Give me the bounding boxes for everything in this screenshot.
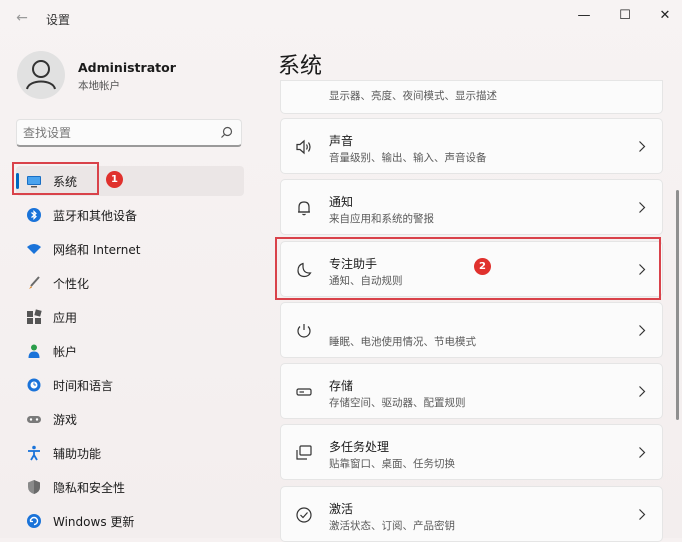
accessibility-icon <box>28 445 40 461</box>
setting-card-sound[interactable]: 声音 音量级别、输出、输入、声音设备 <box>280 118 663 174</box>
chevron-right-icon <box>639 202 646 213</box>
nav-item-time-language[interactable]: 时间和语言 <box>16 370 244 400</box>
search-input[interactable] <box>23 124 213 142</box>
nav-item-apps[interactable]: 应用 <box>16 302 244 332</box>
annotation-box-2 <box>275 237 661 300</box>
card-subtitle: 来自应用和系统的警报 <box>329 213 434 225</box>
nav-item-privacy[interactable]: 隐私和安全性 <box>16 472 244 502</box>
check-circle-icon <box>296 507 312 523</box>
setting-card-notifications[interactable]: 通知 来自应用和系统的警报 <box>280 179 663 235</box>
nav-item-bluetooth[interactable]: 蓝牙和其他设备 <box>16 200 244 230</box>
card-subtitle: 睡眠、电池使用情况、节电模式 <box>329 336 476 348</box>
chevron-right-icon <box>639 325 646 336</box>
card-subtitle: 贴靠窗口、桌面、任务切换 <box>329 458 455 470</box>
globe-clock-icon <box>27 378 41 392</box>
card-subtitle: 显示器、亮度、夜间模式、显示描述 <box>329 90 497 102</box>
setting-card-multitasking[interactable]: 多任务处理 贴靠窗口、桌面、任务切换 <box>280 424 663 480</box>
close-button[interactable]: ✕ <box>653 6 677 26</box>
title-bar: ← 设置 — ☐ ✕ <box>0 0 682 36</box>
nav-item-network[interactable]: 网络和 Internet <box>16 234 244 264</box>
nav-label: 个性化 <box>53 277 90 291</box>
bluetooth-icon <box>27 208 41 222</box>
avatar[interactable] <box>17 51 65 99</box>
search-box[interactable] <box>16 119 242 147</box>
power-icon <box>297 324 311 338</box>
annotation-box-1 <box>12 162 99 195</box>
card-subtitle: 存储空间、驱动器、配置规则 <box>329 397 466 409</box>
nav-label: 网络和 Internet <box>53 243 141 257</box>
nav-label: 隐私和安全性 <box>53 481 126 495</box>
account-type: 本地帐户 <box>78 80 120 92</box>
gamepad-icon <box>27 416 41 423</box>
nav-item-accessibility[interactable]: 辅助功能 <box>16 438 244 468</box>
minimize-button[interactable]: — <box>572 6 596 26</box>
nav-item-accounts[interactable]: 帐户 <box>16 336 244 366</box>
card-title: 多任务处理 <box>329 440 390 454</box>
nav-label: 游戏 <box>53 413 78 427</box>
update-icon <box>27 514 41 528</box>
speaker-icon <box>296 139 311 155</box>
storage-icon <box>296 388 312 396</box>
annotation-badge-2: 2 <box>474 258 491 275</box>
person-icon <box>28 344 40 358</box>
shield-icon <box>28 480 40 494</box>
setting-card-display[interactable]: 显示器、亮度、夜间模式、显示描述 <box>280 80 663 114</box>
card-title: 激活 <box>329 502 354 516</box>
nav-item-windows-update[interactable]: Windows 更新 <box>16 506 244 536</box>
chevron-right-icon <box>639 509 646 520</box>
person-avatar-icon <box>26 60 56 90</box>
nav-label: 蓝牙和其他设备 <box>53 209 138 223</box>
card-title: 存储 <box>329 379 354 393</box>
nav-item-personalization[interactable]: 个性化 <box>16 268 244 298</box>
maximize-button[interactable]: ☐ <box>613 6 637 26</box>
card-subtitle: 激活状态、订阅、产品密钥 <box>329 520 455 532</box>
annotation-badge-1: 1 <box>106 171 123 188</box>
setting-card-power[interactable]: 睡眠、电池使用情况、节电模式 <box>280 302 663 358</box>
brush-icon <box>29 276 40 289</box>
setting-card-storage[interactable]: 存储 存储空间、驱动器、配置规则 <box>280 363 663 419</box>
nav-label: 帐户 <box>53 345 78 359</box>
bell-icon <box>298 201 310 216</box>
setting-card-activation[interactable]: 激活 激活状态、订阅、产品密钥 <box>280 486 663 542</box>
search-icon[interactable] <box>220 126 233 139</box>
scrollbar-thumb[interactable] <box>676 190 679 420</box>
apps-icon <box>27 309 42 324</box>
back-arrow-icon[interactable]: ← <box>14 10 30 26</box>
app-title: 设置 <box>46 13 71 27</box>
page-title: 系统 <box>278 54 323 79</box>
nav-item-gaming[interactable]: 游戏 <box>16 404 244 434</box>
wifi-icon <box>27 244 41 254</box>
chevron-right-icon <box>639 141 646 152</box>
user-name: Administrator <box>78 60 176 75</box>
nav-label: 辅助功能 <box>53 447 102 461</box>
nav-label: 时间和语言 <box>53 379 114 393</box>
card-title: 通知 <box>329 195 354 209</box>
settings-window: ← 设置 — ☐ ✕ Administrator 本地帐户 系统 1 <box>0 0 682 542</box>
nav-label: Windows 更新 <box>53 515 135 529</box>
chevron-right-icon <box>639 386 646 397</box>
card-subtitle: 音量级别、输出、输入、声音设备 <box>329 152 487 164</box>
chevron-right-icon <box>639 447 646 458</box>
card-title: 声音 <box>329 134 354 148</box>
nav-label: 应用 <box>53 311 78 325</box>
multitask-icon <box>296 445 312 460</box>
